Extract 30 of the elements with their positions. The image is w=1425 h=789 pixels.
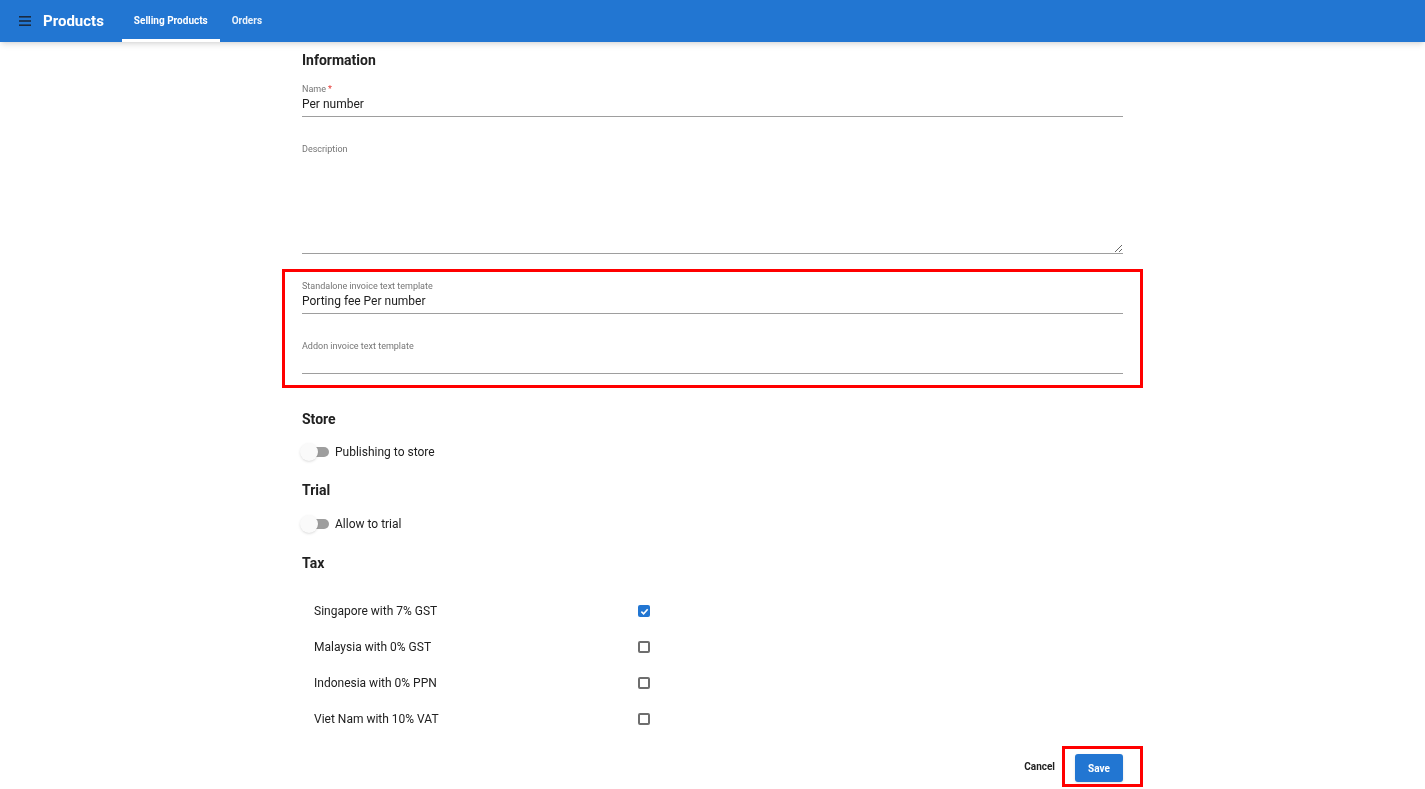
nav-tab[interactable]: Selling Products [121,0,220,42]
save-button[interactable]: Save [1075,754,1123,782]
toggle-label: Allow to trial [335,516,402,533]
toggle-label: Publishing to store [335,444,435,461]
text-field[interactable]: Name * Per number [302,83,1123,117]
menu-icon[interactable] [19,16,31,26]
field-label: Addon invoice text template [302,340,414,352]
field-label: Standalone invoice text template [302,280,433,292]
field-value: Porting fee Per number [302,293,426,310]
tax-option-label: Malaysia with 0% GST [314,639,433,656]
section-heading: Store [302,410,337,429]
checkbox[interactable] [638,677,650,689]
required-mark: * [328,83,332,95]
tax-option-label: Viet Nam with 10% VAT [314,711,440,728]
section-heading: Information [302,51,377,70]
tax-option-label: Indonesia with 0% PPN [314,675,438,692]
checkbox[interactable] [638,605,650,617]
checkbox[interactable] [638,713,650,725]
field-label: Description [302,143,349,155]
section-heading: Tax [302,554,326,573]
section-heading: Trial [302,481,332,500]
cancel-button[interactable]: Cancel [1022,759,1057,774]
app-title: Products [43,10,104,32]
nav-tab[interactable]: Orders [219,0,274,42]
tax-option-label: Singapore with 7% GST [314,603,439,620]
checkbox[interactable] [638,641,650,653]
text-field[interactable]: Standalone invoice text template Porting fee Per number [302,280,1123,314]
field-value: Per number [302,96,364,113]
text-field[interactable]: Addon invoice text template [302,340,1123,374]
field-label: Name [302,83,326,95]
